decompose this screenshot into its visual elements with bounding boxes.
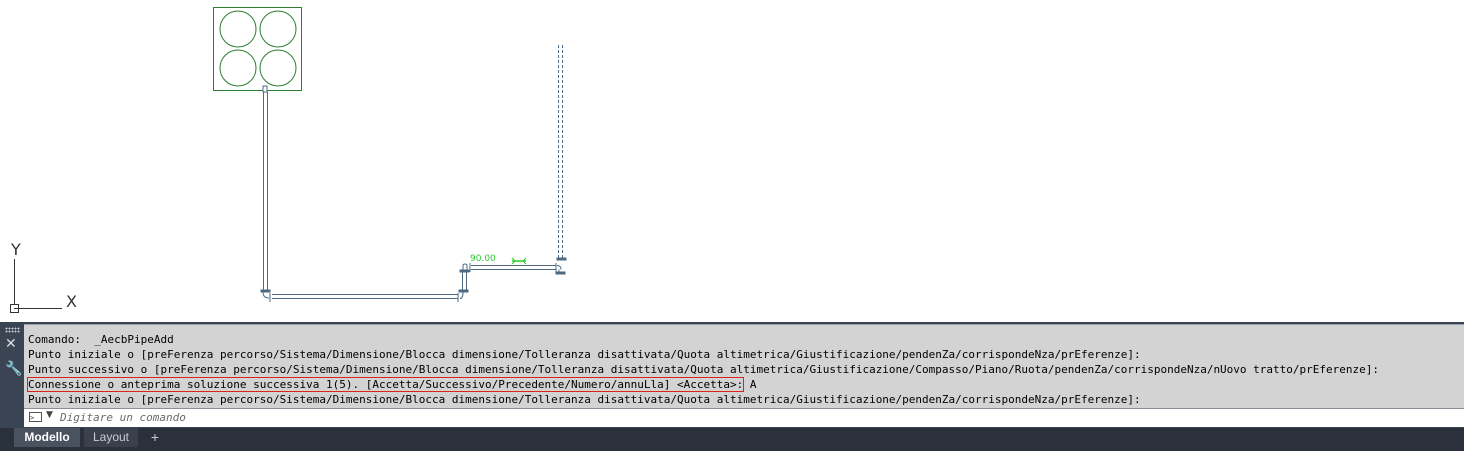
layout-tab-bar: Modello Layout +: [0, 428, 1464, 451]
model-space-drawing[interactable]: 90.00 Y X: [0, 0, 1464, 322]
prompt-answer: A: [743, 378, 757, 391]
tab-model[interactable]: Modello: [14, 428, 80, 447]
history-line: Punto iniziale o [preFerenza percorso/Si…: [28, 348, 1141, 361]
wrench-icon[interactable]: 🔧: [5, 362, 22, 376]
command-line-window: ✕ 🔧 Comando: _AecbPipeAdd Punto iniziale…: [0, 322, 1464, 428]
drawing-canvas[interactable]: 90.00 Y X: [0, 0, 1464, 322]
history-line-highlighted: Connessione o anteprima soluzione succes…: [26, 377, 757, 392]
command-input-row[interactable]: >_ ▼: [24, 408, 1464, 427]
history-line: Punto iniziale o [preFerenza percorso/Si…: [28, 393, 1141, 406]
tab-layout[interactable]: Layout: [84, 428, 138, 447]
ucs-icon: Y X: [10, 240, 77, 313]
highlighted-prompt: Connessione o anteprima soluzione succes…: [26, 377, 745, 392]
close-icon[interactable]: ✕: [5, 337, 17, 351]
history-line: Punto successivo o [preFerenza percorso/…: [28, 363, 1380, 376]
ucs-x-label: X: [66, 292, 77, 311]
command-history[interactable]: Comando: _AecbPipeAdd Punto iniziale o […: [24, 324, 1464, 409]
dimension-text: 90.00: [470, 254, 496, 264]
add-layout-button[interactable]: +: [146, 428, 164, 447]
dimension-annotation: 90.00: [470, 254, 527, 265]
ucs-y-label: Y: [10, 240, 21, 259]
grip-icon[interactable]: [5, 327, 20, 333]
command-prompt-icon[interactable]: >_: [29, 412, 42, 422]
pipe-run[interactable]: [260, 45, 567, 302]
history-line: Comando: _AecbPipeAdd: [28, 333, 174, 346]
command-input[interactable]: [60, 410, 1440, 425]
equipment-block[interactable]: [213, 7, 302, 91]
chevron-down-icon[interactable]: ▼: [46, 410, 53, 420]
command-line-grip[interactable]: ✕ 🔧: [0, 322, 24, 428]
